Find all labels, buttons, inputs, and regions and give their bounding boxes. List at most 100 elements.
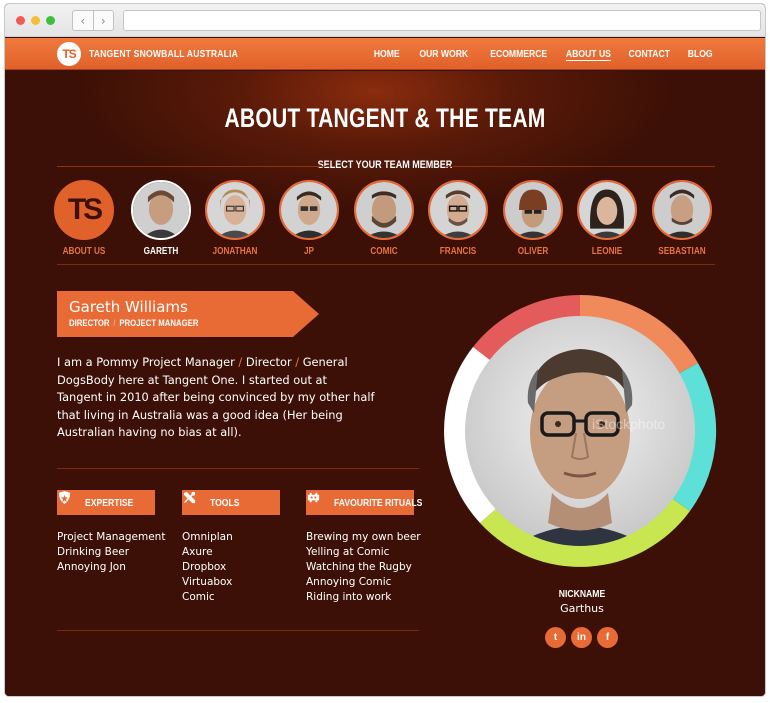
list-item: Dropbox bbox=[182, 561, 227, 573]
nav-contact[interactable]: CONTACT bbox=[629, 48, 670, 60]
bio-divider bbox=[57, 468, 419, 469]
linkedin-button[interactable]: in bbox=[571, 627, 592, 648]
nickname-value: Garthus bbox=[560, 602, 604, 615]
team-member-sebastian[interactable]: SEBASTIAN bbox=[650, 180, 714, 257]
avatar bbox=[577, 180, 637, 240]
avatar bbox=[503, 180, 563, 240]
portrait-watermark: iStockphoto bbox=[592, 416, 665, 432]
profile-name: Gareth Williams bbox=[69, 298, 188, 316]
team-member-about-us[interactable]: TS ABOUT US bbox=[52, 180, 116, 257]
list-item: Omniplan bbox=[182, 531, 233, 543]
expertise-header: EXPERTISE bbox=[57, 490, 167, 515]
portrait-photo: iStockphoto bbox=[465, 316, 695, 546]
team-member-label: SEBASTIAN bbox=[658, 246, 706, 257]
select-team-label: SELECT YOUR TEAM MEMBER bbox=[317, 159, 453, 171]
chevron-right-icon: › bbox=[100, 13, 106, 28]
list-item: Watching the Rugby bbox=[306, 561, 412, 573]
team-member-label: COMIC bbox=[370, 246, 398, 257]
team-member-leonie[interactable]: LEONIE bbox=[575, 180, 639, 257]
main-nav: HOME OUR WORK ECOMMERCE ABOUT US CONTACT… bbox=[369, 48, 715, 60]
avatar bbox=[205, 180, 265, 240]
tools-icon bbox=[183, 491, 196, 504]
nickname-label: NICKNAME bbox=[558, 588, 606, 600]
profile-name-banner: Gareth Williams DIRECTOR / PROJECT MANAG… bbox=[57, 291, 319, 337]
browser-window: ‹ › TS TANGENT SNOWBALL AUSTRALIA HOME O… bbox=[4, 3, 766, 697]
address-bar[interactable] bbox=[123, 10, 761, 31]
team-member-jonathan[interactable]: JONATHAN bbox=[203, 180, 267, 257]
team-strip-divider bbox=[57, 264, 715, 265]
avatar bbox=[428, 180, 488, 240]
facebook-button[interactable]: f bbox=[597, 627, 618, 648]
expertise-list: Project Management Drinking Beer Annoyin… bbox=[57, 530, 167, 575]
team-member-francis[interactable]: FRANCIS bbox=[426, 180, 490, 257]
back-button[interactable]: ‹ bbox=[73, 11, 93, 30]
expertise-section: EXPERTISE Project Management Drinking Be… bbox=[57, 490, 167, 575]
ts-logo: TS bbox=[54, 180, 114, 240]
rituals-list: Brewing my own beer Yelling at Comic Wat… bbox=[306, 530, 421, 605]
page-title: ABOUT TANGENT & THE TEAM bbox=[224, 103, 546, 133]
rituals-header: FAVOURITE RITUALS bbox=[306, 490, 422, 515]
list-item: Riding into work bbox=[306, 591, 392, 603]
twitter-button[interactable]: t bbox=[545, 627, 566, 648]
twitter-icon: t bbox=[553, 632, 558, 643]
nav-ecommerce[interactable]: ECOMMERCE bbox=[490, 48, 547, 60]
categories-divider bbox=[57, 630, 419, 631]
list-item: Virtuabox bbox=[182, 576, 233, 588]
nav-about-us[interactable]: ABOUT US bbox=[566, 48, 611, 60]
rituals-section: FAVOURITE RITUALS Brewing my own beer Ye… bbox=[306, 490, 422, 605]
team-member-label: OLIVER bbox=[517, 246, 549, 257]
browser-toolbar: ‹ › bbox=[5, 4, 765, 37]
role-project-manager: PROJECT MANAGER bbox=[119, 318, 199, 329]
tools-section: TOOLS Omniplan Axure Dropbox Virtuabox C… bbox=[182, 490, 292, 605]
tools-title: TOOLS bbox=[210, 497, 240, 509]
site-header: TS TANGENT SNOWBALL AUSTRALIA HOME OUR W… bbox=[5, 38, 765, 70]
list-item: Annoying Comic bbox=[306, 576, 392, 588]
maximize-window-button[interactable] bbox=[46, 16, 55, 25]
nav-home[interactable]: HOME bbox=[374, 48, 400, 60]
page-content: ABOUT TANGENT & THE TEAM SELECT YOUR TEA… bbox=[5, 71, 765, 696]
profile-portrait: iStockphoto bbox=[444, 294, 717, 567]
list-item: Comic bbox=[182, 591, 215, 603]
facebook-icon: f bbox=[605, 632, 610, 643]
avatar bbox=[131, 180, 191, 240]
list-item: Yelling at Comic bbox=[306, 546, 390, 558]
nav-blog[interactable]: BLOG bbox=[687, 48, 712, 60]
brand-name[interactable]: TANGENT SNOWBALL AUSTRALIA bbox=[89, 48, 238, 60]
logo[interactable]: TS bbox=[57, 42, 81, 66]
close-window-button[interactable] bbox=[16, 16, 25, 25]
avatar bbox=[354, 180, 414, 240]
tools-header: TOOLS bbox=[182, 490, 292, 515]
profile-roles: DIRECTOR / PROJECT MANAGER bbox=[69, 318, 199, 329]
team-member-label: LEONIE bbox=[591, 246, 623, 257]
avatar bbox=[279, 180, 339, 240]
chevron-left-icon: ‹ bbox=[80, 13, 86, 28]
team-member-gareth[interactable]: GARETH bbox=[129, 180, 193, 257]
role-separator: / bbox=[113, 318, 116, 329]
divider-right bbox=[445, 166, 715, 167]
divider-left bbox=[57, 166, 327, 167]
history-buttons: ‹ › bbox=[72, 10, 114, 31]
list-item: Annoying Jon bbox=[57, 561, 126, 573]
tools-list: Omniplan Axure Dropbox Virtuabox Comic bbox=[182, 530, 292, 605]
team-member-label: JP bbox=[303, 246, 315, 257]
list-item: Project Management bbox=[57, 531, 166, 543]
team-member-oliver[interactable]: OLIVER bbox=[501, 180, 565, 257]
shield-icon bbox=[58, 490, 71, 505]
role-director: DIRECTOR bbox=[69, 318, 110, 329]
space-invader-icon bbox=[307, 492, 320, 503]
list-item: Axure bbox=[182, 546, 213, 558]
list-item: Drinking Beer bbox=[57, 546, 130, 558]
team-member-label: GARETH bbox=[143, 246, 179, 257]
list-item: Brewing my own beer bbox=[306, 531, 421, 543]
forward-button[interactable]: › bbox=[92, 11, 114, 30]
expertise-title: EXPERTISE bbox=[85, 497, 134, 509]
profile-bio: I am a Pommy Project Manager / Director … bbox=[57, 355, 375, 439]
nav-our-work[interactable]: OUR WORK bbox=[420, 48, 469, 60]
team-member-comic[interactable]: COMIC bbox=[352, 180, 416, 257]
team-member-label: JONATHAN bbox=[212, 246, 258, 257]
team-member-jp[interactable]: JP bbox=[277, 180, 341, 257]
avatar bbox=[652, 180, 712, 240]
minimize-window-button[interactable] bbox=[31, 16, 40, 25]
team-member-label: FRANCIS bbox=[439, 246, 477, 257]
rituals-title: FAVOURITE RITUALS bbox=[334, 497, 423, 509]
